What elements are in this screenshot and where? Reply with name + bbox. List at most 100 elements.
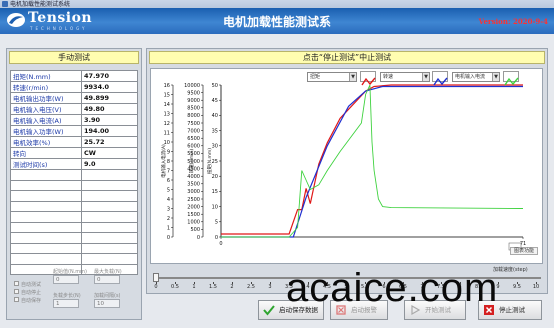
performance-chart: 012345678910111213141516电机输入电流(A)0500100… [160, 83, 526, 251]
row-value: CW [81, 147, 138, 159]
y-tick-label: 1500 [187, 212, 200, 218]
row-label [10, 211, 82, 223]
app-window: 电机加载性能测试系统 Tension TECHNOLOGY 电机加载性能测试系 … [0, 0, 554, 328]
row-label: 转向 [10, 147, 82, 159]
max-value-label: 最大负载(N) [94, 269, 122, 275]
y-tick-label: 16 [164, 83, 170, 89]
row-value [81, 179, 138, 191]
row-label: 扭矩(N.mm) [10, 70, 82, 82]
y-tick-label: 9 [167, 149, 170, 155]
version-label: Version: 2020-9-4 [478, 17, 548, 26]
start-value-input[interactable]: 0 [53, 275, 79, 284]
y-tick-label: 1 [167, 225, 170, 231]
current-series-select[interactable]: 电机输入电流 ▼ [452, 72, 500, 82]
table-row: 测试时间(s) 9.0 [10, 158, 138, 170]
row-label [10, 242, 82, 254]
table-row [10, 211, 138, 223]
x-tick-label: 0 [219, 241, 222, 247]
row-label [10, 221, 82, 233]
table-row: 电机效率(%) 25.72 [10, 136, 138, 148]
row-label [10, 200, 82, 212]
row-value [81, 169, 138, 181]
auto-stop-checkbox[interactable] [14, 289, 19, 294]
y-tick-label: 2000 [187, 204, 200, 210]
auto-save-label: 自动保存 [21, 298, 42, 304]
speed-legend-swatch[interactable] [432, 71, 448, 86]
current-series-label: 电机输入电流 [455, 74, 486, 80]
measurement-table: 扭矩(N.mm) 47.970 转速(r/min) 9934.0 电机输出功率(W) 49… [10, 70, 138, 275]
step-input[interactable]: 1 [53, 299, 79, 308]
torque-series-label: 扭矩 [310, 74, 321, 80]
row-value: 9934.0 [81, 81, 138, 93]
torque-series-line [221, 84, 523, 235]
row-value: 9.0 [81, 158, 138, 170]
slider-tick-label: 0.5 [171, 284, 179, 290]
current-legend-swatch[interactable] [503, 71, 519, 86]
y-tick-label: 9500 [187, 90, 200, 96]
torque-series-select[interactable]: 扭矩 ▼ [307, 72, 357, 82]
app-title: 电机加载性能测试系 [222, 15, 331, 29]
y-tick-label: 6000 [187, 144, 200, 150]
row-value: 3.90 [81, 114, 138, 126]
interval-label: 加载间隔(s) [94, 293, 121, 299]
row-label [10, 179, 82, 191]
row-value [81, 221, 138, 233]
max-value-input[interactable]: 0 [94, 275, 120, 284]
y-tick-label: 15 [164, 92, 170, 98]
app-icon [2, 1, 8, 7]
row-label: 电机输入电流(A) [10, 114, 82, 126]
table-row: 扭矩(N.mm) 47.970 [10, 70, 138, 82]
row-label: 电机输入功率(W) [10, 125, 82, 137]
y-tick-label: 1000 [187, 220, 200, 226]
slider-tick-label: 10 [532, 284, 540, 290]
table-row [10, 179, 138, 191]
watermark-text: acaice.com [286, 266, 499, 310]
slider-thumb[interactable] [153, 273, 159, 282]
torque-legend-swatch[interactable] [360, 71, 376, 86]
table-row: 转向 CW [10, 147, 138, 159]
table-row: 电机输入电压(V) 49.80 [10, 103, 138, 115]
y-axis-label: 扭矩(N.mm) [206, 148, 213, 174]
row-label: 转速(r/min) [10, 81, 82, 93]
chart-panel-heading: 点击“停止测试”中止测试 [149, 51, 545, 64]
y-tick-label: 45 [212, 98, 218, 104]
speed-series-select[interactable]: 转速 ▼ [380, 72, 430, 82]
window-caption: 电机加载性能测试系统 [10, 1, 71, 8]
current-swatch-icon [504, 77, 519, 86]
auto-stop-label: 自动停止 [21, 290, 42, 296]
app-header: Tension TECHNOLOGY 电机加载性能测试系 Version: 20… [0, 8, 554, 34]
row-label [10, 232, 82, 244]
table-row: 转速(r/min) 9934.0 [10, 81, 138, 93]
row-label: 电机输入电压(V) [10, 103, 82, 115]
auto-test-label: 自动测试 [21, 282, 42, 288]
chart-tools-button[interactable]: 图表功能 [510, 247, 538, 255]
row-label [10, 190, 82, 202]
y-tick-label: 35 [212, 128, 218, 134]
interval-input[interactable]: 10 [94, 299, 120, 308]
y-tick-label: 0 [215, 235, 218, 241]
auto-save-checkbox[interactable] [14, 297, 19, 302]
slider-tick-label: 9.5 [513, 284, 521, 290]
y-tick-label: 15 [212, 189, 218, 195]
y-tick-label: 3000 [187, 189, 200, 195]
y-tick-label: 4000 [187, 174, 200, 180]
row-value [81, 211, 138, 223]
table-row [10, 190, 138, 202]
y-tick-label: 500 [190, 227, 200, 233]
row-value [81, 242, 138, 254]
y-tick-label: 6500 [187, 136, 200, 142]
y-tick-label: 14 [164, 102, 170, 108]
current-series-line [221, 84, 524, 238]
y-tick-label: 2500 [187, 197, 200, 203]
slider-tick-label: 1 [192, 284, 196, 290]
table-row [10, 200, 138, 212]
auto-test-checkbox[interactable] [14, 281, 19, 286]
stop-test-label: 停止测试 [499, 306, 525, 314]
row-label: 测试时间(s) [10, 158, 82, 170]
slider-tick-label: 0 [154, 284, 158, 290]
row-value: 194.00 [81, 125, 138, 137]
table-row: 电机输入电流(A) 3.90 [10, 114, 138, 126]
slider-tick-label: 3 [268, 284, 272, 290]
y-tick-label: 0 [197, 235, 200, 241]
chevron-down-icon: ▼ [422, 73, 429, 81]
